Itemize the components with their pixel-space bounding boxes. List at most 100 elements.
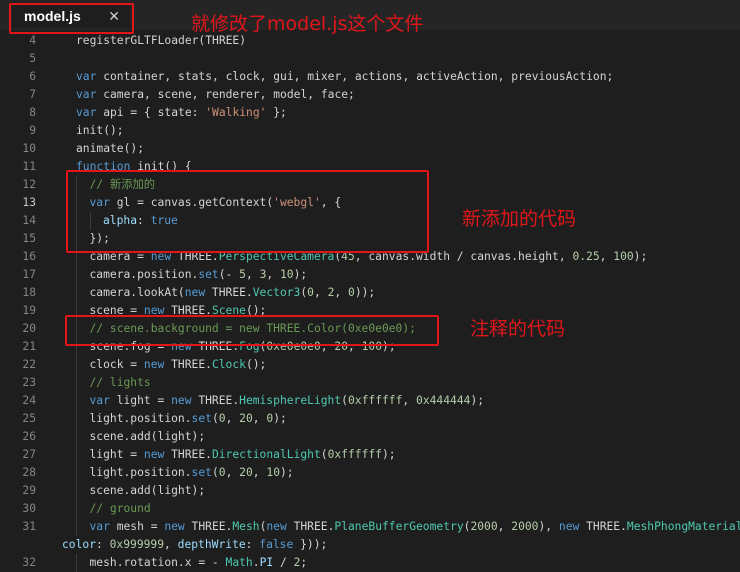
code-token: , <box>226 466 240 479</box>
code-token: var <box>76 106 96 119</box>
code-text: // lights <box>90 374 151 392</box>
code-token: })); <box>293 538 327 551</box>
code-token: set <box>192 466 212 479</box>
code-token: depthWrite <box>178 538 246 551</box>
line-number: 27 <box>0 446 36 464</box>
line-number: 19 <box>0 302 36 320</box>
code-token: ), <box>538 520 558 533</box>
code-line[interactable]: 24 var light = new THREE.HemisphereLight(… <box>0 392 740 410</box>
indent-guide <box>76 356 77 374</box>
line-number: 20 <box>0 320 36 338</box>
code-token: THREE. <box>205 286 253 299</box>
line-number: 31 <box>0 518 36 536</box>
line-number: 24 <box>0 392 36 410</box>
code-text: light.position.set(0, 20, 0); <box>90 410 287 428</box>
code-text: mesh.rotation.x = - Math.PI / 2; <box>90 554 308 572</box>
code-token: 20 <box>239 466 253 479</box>
indent-guide <box>76 518 77 536</box>
code-token: 10 <box>280 268 294 281</box>
indent-guide <box>76 464 77 482</box>
code-token: scene.add(light); <box>90 430 206 443</box>
code-token: container, stats, clock, gui, mixer, act… <box>96 70 613 83</box>
code-token: new <box>266 520 286 533</box>
code-text: camera.position.set(- 5, 3, 10); <box>90 266 308 284</box>
code-text: // ground <box>90 500 151 518</box>
code-token: camera.lookAt( <box>90 286 185 299</box>
indent-guide <box>76 500 77 518</box>
line-number: 16 <box>0 248 36 266</box>
code-token: }; <box>266 106 286 119</box>
code-token: PI <box>260 556 274 569</box>
code-line[interactable]: 32mesh.rotation.x = - Math.PI / 2; <box>0 554 740 572</box>
code-line[interactable]: 27 light = new THREE.DirectionalLight(0xf… <box>0 446 740 464</box>
code-editor[interactable]: 4registerGLTFLoader(THREE)56var containe… <box>0 32 740 571</box>
code-line[interactable]: 31var mesh = new THREE.Mesh(new THREE.Pl… <box>0 518 740 536</box>
code-line[interactable]: 8var api = { state: 'Walking' }; <box>0 104 740 122</box>
code-token: PlaneBufferGeometry <box>334 520 463 533</box>
code-line[interactable]: 30// ground <box>0 500 740 518</box>
code-line[interactable]: 18camera.lookAt(new THREE.Vector3(0, 2, … <box>0 284 740 302</box>
code-token: var <box>76 88 96 101</box>
code-token: new <box>144 448 164 461</box>
code-text: light.position.set(0, 20, 10); <box>90 464 294 482</box>
code-token: ); <box>634 250 648 263</box>
code-token: ); <box>294 268 308 281</box>
indent-guide <box>76 428 77 446</box>
code-line[interactable]: 9init(); <box>0 122 740 140</box>
code-token: (- <box>219 268 239 281</box>
code-text: scene.add(light); <box>90 428 206 446</box>
code-line[interactable]: 23// lights <box>0 374 740 392</box>
code-line[interactable]: 28 light.position.set(0, 20, 10); <box>0 464 740 482</box>
code-token: ; <box>300 556 307 569</box>
code-token: 0 <box>307 286 314 299</box>
indent-guide <box>76 554 77 572</box>
line-number: 8 <box>0 104 36 122</box>
line-number: 14 <box>0 212 36 230</box>
code-token: init(); <box>76 124 124 137</box>
line-number: 28 <box>0 464 36 482</box>
code-token: 0xffffff <box>348 394 402 407</box>
code-line[interactable]: color: 0x999999, depthWrite: false })); <box>0 536 740 554</box>
code-token: 0 <box>219 412 226 425</box>
line-number: 12 <box>0 176 36 194</box>
code-text: var light = new THREE.HemisphereLight(0x… <box>90 392 485 410</box>
line-number: 26 <box>0 428 36 446</box>
code-token: ); <box>470 394 484 407</box>
code-line[interactable]: 22clock = new THREE.Clock(); <box>0 356 740 374</box>
code-token: 0.25 <box>572 250 599 263</box>
code-token: / <box>273 556 293 569</box>
code-token: , <box>600 250 614 263</box>
code-token: , <box>253 466 267 479</box>
code-token: THREE. <box>579 520 627 533</box>
code-token: clock = <box>90 358 144 371</box>
code-text: var camera, scene, renderer, model, face… <box>76 86 355 104</box>
code-token: set <box>198 268 218 281</box>
code-token: 5 <box>239 268 246 281</box>
code-token: light.position. <box>90 412 192 425</box>
line-number: 29 <box>0 482 36 500</box>
code-line[interactable]: 17 camera.position.set(- 5, 3, 10); <box>0 266 740 284</box>
code-text: light = new THREE.DirectionalLight(0xfff… <box>90 446 396 464</box>
code-line[interactable]: 5 <box>0 50 740 68</box>
code-token: 10 <box>266 466 280 479</box>
code-token: 0xffffff <box>328 448 382 461</box>
code-token: (); <box>246 358 266 371</box>
line-number: 10 <box>0 140 36 158</box>
annotation-box-added <box>66 170 429 253</box>
line-number: 17 <box>0 266 36 284</box>
code-token: new <box>185 286 205 299</box>
code-line[interactable]: 10animate(); <box>0 140 740 158</box>
line-number: 5 <box>0 50 36 68</box>
code-line[interactable]: 29 scene.add(light); <box>0 482 740 500</box>
code-token: , <box>314 286 328 299</box>
code-token: MeshPhongMaterial <box>627 520 740 533</box>
code-line[interactable]: 6var container, stats, clock, gui, mixer… <box>0 68 740 86</box>
code-line[interactable]: 26 scene.add(light); <box>0 428 740 446</box>
code-token: , <box>164 538 178 551</box>
code-token: camera.position. <box>90 268 199 281</box>
line-number: 21 <box>0 338 36 356</box>
code-token: scene.add(light); <box>90 484 206 497</box>
code-line[interactable]: 25light.position.set(0, 20, 0); <box>0 410 740 428</box>
code-token: Mesh <box>232 520 259 533</box>
code-line[interactable]: 7var camera, scene, renderer, model, fac… <box>0 86 740 104</box>
